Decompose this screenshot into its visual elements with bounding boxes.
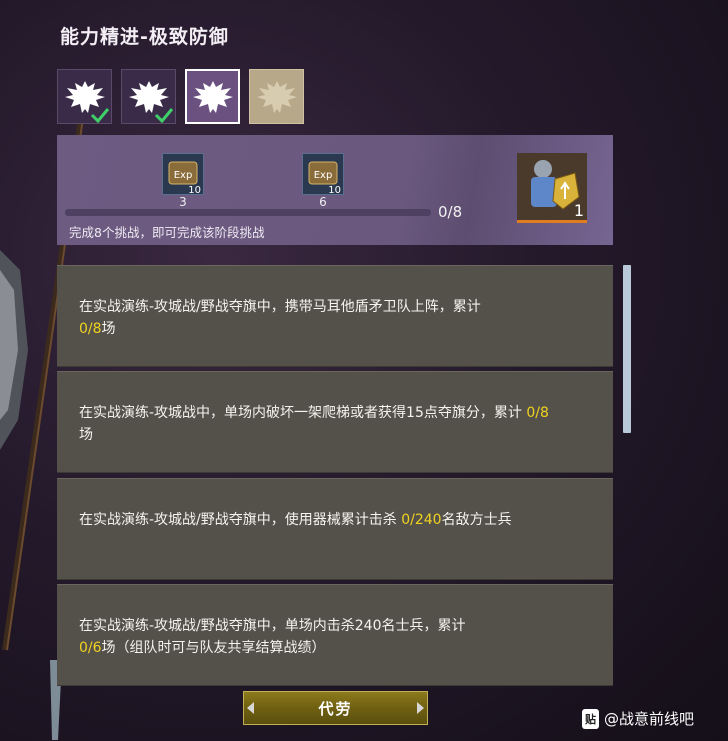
arrow-left-icon	[247, 702, 254, 714]
final-reward[interactable]: 1	[517, 153, 587, 223]
stage-selector	[57, 69, 304, 124]
task-text-suffix: 名敌方士兵	[441, 512, 512, 528]
stage-reward-panel: Exp 10 3 Exp 10 6 0/8 完成8个挑战，即可完成该阶段挑战 1	[57, 135, 613, 245]
svg-text:Exp: Exp	[314, 170, 333, 181]
check-icon	[90, 108, 110, 123]
svg-text:Exp: Exp	[174, 170, 193, 181]
task-card-3[interactable]: 在实战演练-攻城战/野战夺旗中，使用器械累计击杀 0/240名敌方士兵	[57, 478, 613, 580]
stage-tab-3[interactable]	[185, 69, 240, 124]
eagle-emblem-icon	[192, 80, 233, 113]
stage-tab-4[interactable]	[249, 69, 304, 124]
task-text-suffix: 场	[79, 427, 93, 443]
task-card-1[interactable]: 在实战演练-攻城战/野战夺旗中，携带马耳他盾矛卫队上阵，累计 0/8场	[57, 265, 613, 367]
final-reward-count: 1	[573, 201, 584, 220]
watermark: 贴 @战意前线吧	[582, 708, 694, 729]
stage-progress-bar	[65, 209, 431, 216]
stage-tab-2[interactable]	[121, 69, 176, 124]
task-text: 在实战演练-攻城战中，单场内破坏一架爬梯或者获得15点夺旗分，累计	[79, 405, 527, 421]
task-card-4[interactable]: 在实战演练-攻城战/野战夺旗中，单场内击杀240名士兵，累计 0/6场（组队时可…	[57, 584, 613, 686]
check-icon	[154, 108, 174, 123]
delegate-button[interactable]: 代劳	[243, 691, 428, 725]
reward-item-2[interactable]: Exp 10	[302, 153, 344, 196]
task-text: 在实战演练-攻城战/野战夺旗中，单场内击杀240名士兵，累计	[79, 618, 466, 634]
arrow-right-icon	[417, 702, 424, 714]
task-progress: 0/8	[526, 405, 549, 421]
task-progress: 0/8	[79, 321, 102, 337]
progress-text: 0/8	[438, 203, 463, 221]
watermark-text: @战意前线吧	[604, 710, 695, 728]
stage-hint: 完成8个挑战，即可完成该阶段挑战	[69, 225, 265, 240]
tieba-logo-icon: 贴	[582, 708, 599, 729]
reward-label: 3	[179, 195, 187, 209]
task-progress: 0/240	[401, 512, 442, 528]
task-list-scrollbar[interactable]	[623, 265, 631, 433]
stage-tab-1[interactable]	[57, 69, 112, 124]
task-text-suffix: 场	[101, 321, 116, 337]
eagle-emblem-icon	[256, 80, 297, 113]
delegate-button-label: 代劳	[318, 699, 353, 718]
task-text: 在实战演练-攻城战/野战夺旗中，携带马耳他盾矛卫队上阵，累计	[79, 299, 481, 315]
page-title: 能力精进-极致防御	[60, 26, 229, 48]
task-card-2[interactable]: 在实战演练-攻城战中，单场内破坏一架爬梯或者获得15点夺旗分，累计 0/8 场	[57, 371, 613, 473]
reward-label: 6	[319, 195, 327, 209]
task-text: 在实战演练-攻城战/野战夺旗中，使用器械累计击杀	[79, 512, 402, 528]
reward-item-1[interactable]: Exp 10	[162, 153, 204, 196]
task-progress: 0/6	[79, 640, 102, 656]
task-text-suffix: 场（组队时可与队友共享结算战绩）	[101, 640, 326, 656]
